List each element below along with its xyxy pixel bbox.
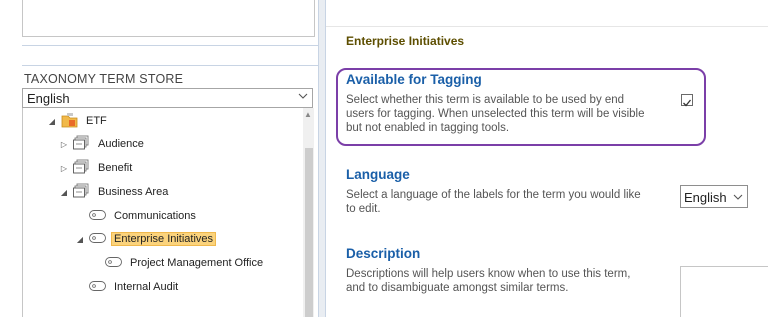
scrollbar-thumb[interactable] — [305, 148, 313, 317]
term-icon — [89, 209, 107, 224]
panel-splitter[interactable] — [318, 0, 326, 317]
left-panel: TAXONOMY TERM STORE English ◢ ETF ▷ Audi… — [0, 0, 318, 317]
language-section-title: Language — [346, 167, 410, 182]
language-select[interactable]: English — [22, 88, 313, 108]
expand-arrow-icon[interactable]: ▷ — [59, 140, 69, 149]
taxonomy-tree: ◢ ETF ▷ Audience ▷ Benefit ◢ Business Ar… — [22, 108, 314, 317]
divider-line — [22, 45, 318, 46]
available-for-tagging-checkbox[interactable] — [681, 94, 693, 107]
tree-node-label: Communications — [114, 210, 196, 222]
tree-node-enterprise-initiatives[interactable]: ◢ Enterprise Initiatives — [75, 230, 217, 248]
tree-node-audience[interactable]: ▷ Audience — [59, 135, 147, 153]
term-set-icon — [73, 183, 91, 202]
expand-arrow-icon[interactable]: ◢ — [47, 117, 57, 126]
term-language-select[interactable]: English — [680, 185, 748, 208]
checkmark-icon — [683, 99, 692, 107]
tree-node-communications[interactable]: Communications — [75, 207, 199, 225]
top-input-box[interactable] — [22, 0, 315, 37]
tagging-section-description: Select whether this term is available to… — [346, 94, 645, 134]
description-textbox[interactable] — [680, 266, 768, 317]
term-store-label: TAXONOMY TERM STORE — [24, 72, 184, 86]
term-properties-panel: Enterprise Initiatives Available for Tag… — [326, 0, 768, 317]
term-icon — [105, 256, 123, 271]
tree-node-benefit[interactable]: ▷ Benefit — [59, 159, 135, 177]
tagging-section-title: Available for Tagging — [346, 72, 482, 87]
tree-node-label: Benefit — [98, 162, 133, 174]
language-select-value: English — [27, 91, 70, 106]
term-set-icon — [73, 135, 91, 154]
expand-arrow-icon[interactable]: ▷ — [59, 164, 69, 173]
term-group-icon — [61, 112, 79, 131]
tree-node-label: Internal Audit — [114, 281, 179, 293]
tree-scrollbar[interactable]: ▲ — [303, 108, 314, 317]
term-icon — [89, 232, 107, 247]
divider-line — [22, 65, 318, 66]
term-title: Enterprise Initiatives — [346, 34, 465, 48]
tree-node-label-selected: Enterprise Initiatives — [111, 232, 217, 246]
chevron-down-icon — [298, 93, 308, 99]
description-section-text: Descriptions will help users know when t… — [346, 268, 631, 294]
description-section-title: Description — [346, 246, 421, 261]
term-language-value: English — [684, 190, 727, 205]
tree-node-project-management-office[interactable]: Project Management Office — [91, 254, 266, 272]
tree-node-label: Project Management Office — [130, 257, 264, 269]
language-section-description: Select a language of the labels for the … — [346, 189, 641, 215]
tree-node-business-area[interactable]: ◢ Business Area — [59, 183, 171, 201]
tree-node-internal-audit[interactable]: Internal Audit — [75, 278, 181, 296]
tree-node-label: Business Area — [98, 186, 169, 198]
divider-line — [326, 26, 768, 27]
term-icon — [89, 280, 107, 295]
chevron-down-icon — [733, 194, 743, 200]
tree-node-label: Audience — [98, 138, 144, 150]
tree-node-label: ETF — [86, 115, 107, 127]
term-set-icon — [73, 159, 91, 178]
tree-node-etf[interactable]: ◢ ETF — [47, 112, 110, 130]
collapse-arrow-icon[interactable]: ◢ — [75, 235, 85, 244]
collapse-arrow-icon[interactable]: ◢ — [59, 188, 69, 197]
scroll-up-icon[interactable]: ▲ — [304, 110, 312, 119]
